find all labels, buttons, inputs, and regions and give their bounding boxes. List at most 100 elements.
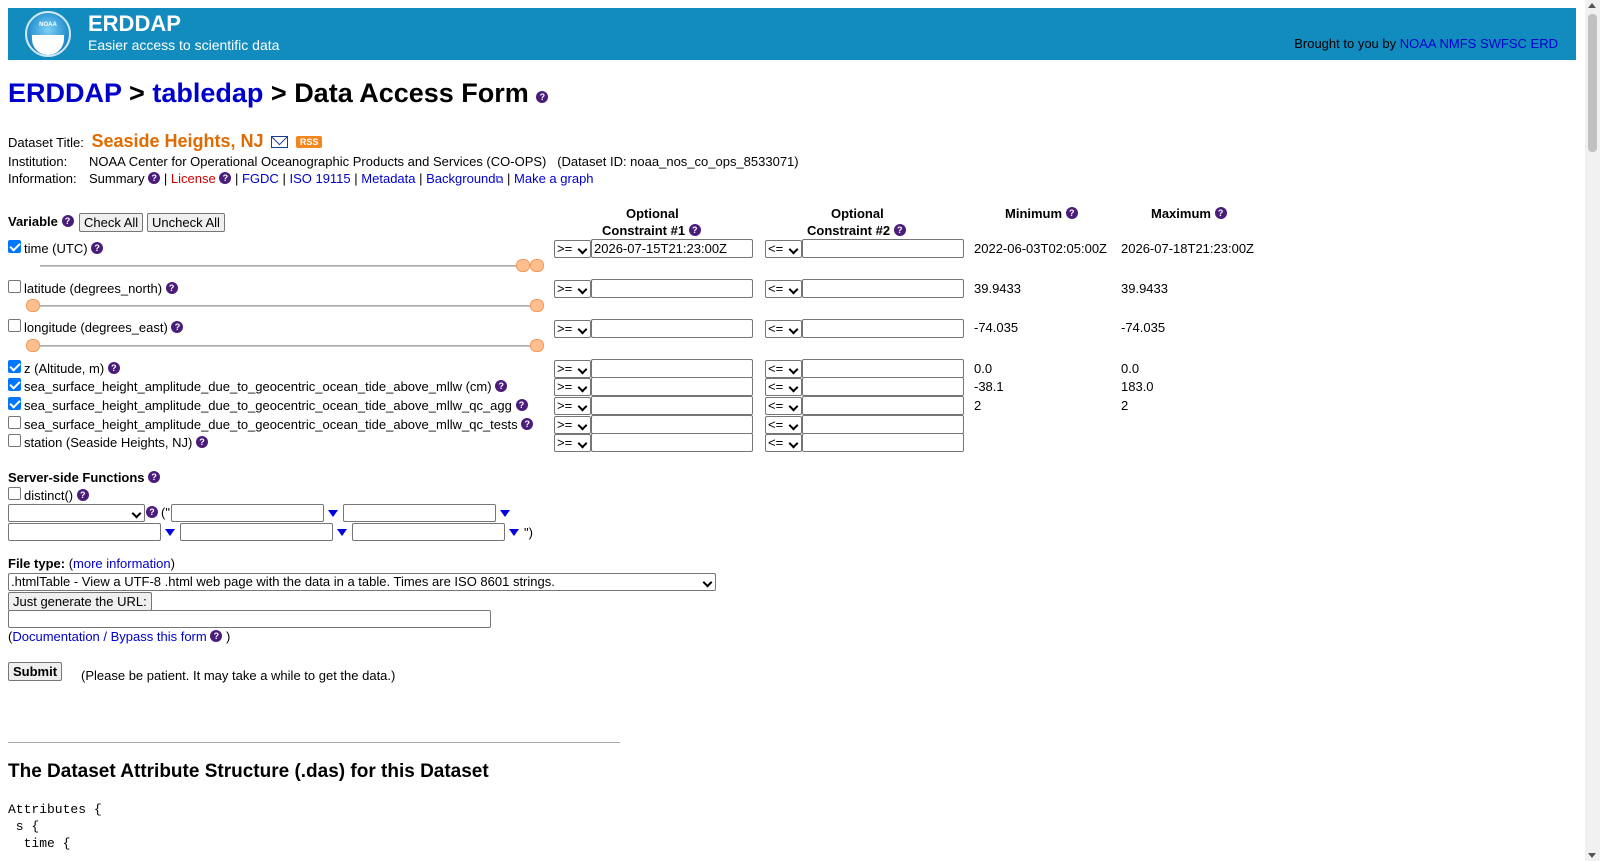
variable-help-icon[interactable]: ? <box>195 436 208 448</box>
constraint2-input[interactable] <box>802 279 964 298</box>
dropdown-arrow-icon[interactable] <box>162 524 179 541</box>
constraint2-input[interactable] <box>802 239 964 258</box>
link-nmfs[interactable]: NMFS <box>1440 36 1477 51</box>
constraint1-input[interactable] <box>591 433 753 452</box>
time-slider-handle-left[interactable] <box>516 259 530 272</box>
variable-help-icon[interactable]: ? <box>165 282 178 294</box>
op1-select[interactable]: >= <box>554 434 591 452</box>
time-slider-track[interactable] <box>40 265 534 267</box>
maximum-help-icon[interactable]: ? <box>1214 207 1227 219</box>
variable-checkbox[interactable] <box>8 416 21 429</box>
license-help-icon[interactable]: ? <box>219 172 232 184</box>
constraint1-input[interactable] <box>591 396 753 415</box>
constraint1-input[interactable] <box>591 279 753 298</box>
variable-help-icon[interactable]: ? <box>495 380 508 392</box>
distinct-help-icon[interactable]: ? <box>76 489 89 501</box>
variable-help-icon[interactable]: ? <box>515 399 528 411</box>
variable-help-icon[interactable]: ? <box>171 321 184 333</box>
uncheck-all-button[interactable]: Uncheck All <box>147 213 225 232</box>
longitude-slider-handle-right[interactable] <box>530 339 544 352</box>
summary-help-icon[interactable]: ? <box>148 172 161 184</box>
op2-select[interactable]: <= <box>765 397 802 415</box>
generated-url-input[interactable] <box>8 610 491 628</box>
noaa-logo[interactable]: NOAA <box>25 11 71 57</box>
make-a-graph-link[interactable]: Make a graph <box>514 171 594 186</box>
variable-checkbox[interactable] <box>8 280 21 293</box>
dropdown-arrow-icon[interactable] <box>334 524 351 541</box>
constraint2-help-icon[interactable]: ? <box>893 224 906 236</box>
op2-select[interactable]: <= <box>765 240 802 258</box>
minimum-help-icon[interactable]: ? <box>1065 207 1078 219</box>
iso-19115-link[interactable]: ISO 19115 <box>289 171 350 186</box>
email-icon[interactable] <box>271 136 289 148</box>
link-erd[interactable]: ERD <box>1531 36 1558 51</box>
scroll-up-icon[interactable] <box>1588 3 1596 8</box>
variable-checkbox[interactable] <box>8 434 21 447</box>
background-link[interactable]: Background <box>426 171 495 186</box>
op2-select[interactable]: <= <box>765 434 802 452</box>
documentation-help-icon[interactable]: ? <box>210 630 223 642</box>
function-select[interactable] <box>8 504 145 522</box>
variable-checkbox[interactable] <box>8 378 21 391</box>
constraint1-help-icon[interactable]: ? <box>688 224 701 236</box>
variable-checkbox[interactable] <box>8 319 21 332</box>
op1-select[interactable]: >= <box>554 378 591 396</box>
op2-select[interactable]: <= <box>765 280 802 298</box>
variable-help-icon[interactable]: ? <box>521 418 534 430</box>
variable-help-icon[interactable]: ? <box>61 215 74 227</box>
dropdown-arrow-icon[interactable] <box>497 505 514 522</box>
op2-select[interactable]: <= <box>765 416 802 434</box>
constraint1-input[interactable] <box>591 359 753 378</box>
just-generate-url-button[interactable]: Just generate the URL: <box>8 592 152 611</box>
constraint2-input[interactable] <box>802 415 964 434</box>
dropdown-arrow-icon[interactable] <box>325 505 342 522</box>
constraint2-input[interactable] <box>802 319 964 338</box>
external-link-icon[interactable]: ⧉ <box>496 174 504 186</box>
submit-button[interactable]: Submit <box>8 662 63 681</box>
variable-checkbox[interactable] <box>8 397 21 410</box>
op1-select[interactable]: >= <box>554 416 591 434</box>
function-arg-input[interactable] <box>343 504 496 522</box>
documentation-link[interactable]: Documentation / Bypass this form <box>12 629 206 644</box>
license-link[interactable]: License <box>171 171 216 186</box>
rss-icon[interactable]: RSS <box>295 136 323 148</box>
constraint1-input[interactable] <box>591 377 753 396</box>
latitude-slider-track[interactable] <box>32 305 538 307</box>
fgdc-link[interactable]: FGDC <box>242 171 279 186</box>
scroll-thumb[interactable] <box>1588 14 1597 152</box>
op1-select[interactable]: >= <box>554 320 591 338</box>
longitude-slider-handle-left[interactable] <box>26 339 40 352</box>
constraint2-input[interactable] <box>802 433 964 452</box>
link-noaa[interactable]: NOAA <box>1400 36 1436 51</box>
constraint1-input[interactable] <box>591 415 753 434</box>
latitude-slider-handle-left[interactable] <box>26 299 40 312</box>
op2-select[interactable]: <= <box>765 360 802 378</box>
function-help-icon[interactable]: ? <box>146 506 158 518</box>
latitude-slider-handle-right[interactable] <box>530 299 544 312</box>
check-all-button[interactable]: Check All <box>79 213 144 232</box>
scroll-down-icon[interactable] <box>1588 853 1596 858</box>
variable-help-icon[interactable]: ? <box>107 362 120 374</box>
constraint2-input[interactable] <box>802 377 964 396</box>
vertical-scrollbar[interactable] <box>1585 0 1600 861</box>
op2-select[interactable]: <= <box>765 320 802 338</box>
constraint1-input[interactable] <box>591 319 753 338</box>
function-arg-input[interactable] <box>171 504 324 522</box>
constraint1-input[interactable]: 2026-07-15T21:23:00Z <box>591 239 753 258</box>
op1-select[interactable]: >= <box>554 240 591 258</box>
time-slider-handle-right[interactable] <box>530 259 544 272</box>
distinct-checkbox[interactable] <box>8 487 21 500</box>
op2-select[interactable]: <= <box>765 378 802 396</box>
op1-select[interactable]: >= <box>554 280 591 298</box>
metadata-link[interactable]: Metadata <box>361 171 415 186</box>
op1-select[interactable]: >= <box>554 360 591 378</box>
function-arg-input[interactable] <box>180 523 333 541</box>
longitude-slider-track[interactable] <box>32 345 538 347</box>
variable-checkbox[interactable] <box>8 240 21 253</box>
help-icon[interactable]: ? <box>536 91 549 103</box>
variable-help-icon[interactable]: ? <box>91 242 104 254</box>
constraint2-input[interactable] <box>802 359 964 378</box>
more-information-link[interactable]: more information <box>73 556 171 571</box>
op1-select[interactable]: >= <box>554 397 591 415</box>
link-swfsc[interactable]: SWFSC <box>1480 36 1527 51</box>
